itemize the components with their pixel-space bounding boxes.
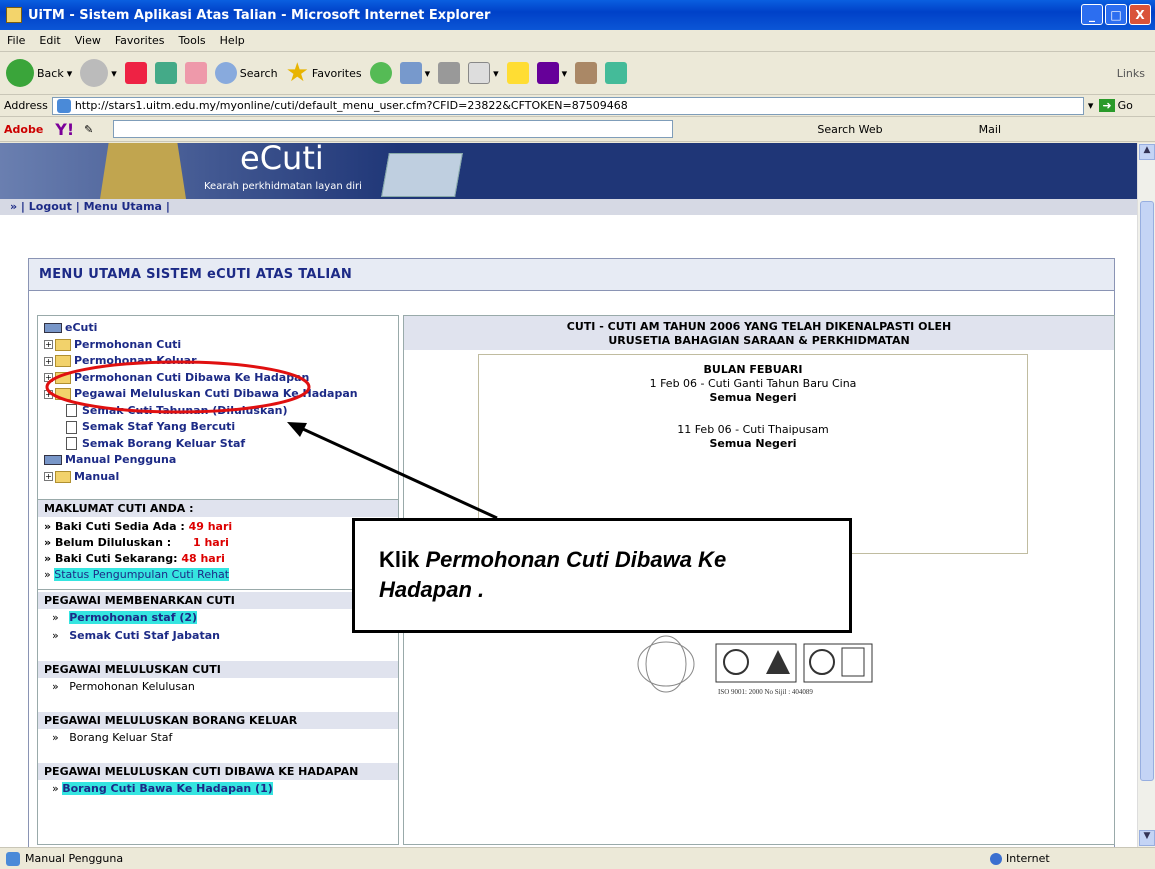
back-button[interactable]: Back ▾ bbox=[6, 59, 72, 87]
print-button[interactable] bbox=[438, 62, 461, 84]
window-titlebar: UiTM - Sistem Aplikasi Atas Talian - Mic… bbox=[0, 0, 1155, 30]
menu-edit[interactable]: Edit bbox=[32, 34, 67, 47]
page-icon bbox=[56, 98, 71, 113]
word-icon bbox=[468, 62, 491, 84]
favorites-button[interactable]: ★ Favorites bbox=[286, 58, 362, 88]
star-icon: ★ bbox=[285, 58, 309, 88]
adobe-button[interactable]: Adobe bbox=[4, 123, 43, 136]
mail-button[interactable]: ▾ bbox=[399, 62, 430, 84]
history-button[interactable] bbox=[369, 62, 392, 84]
note-icon bbox=[506, 62, 529, 84]
go-button[interactable]: Go bbox=[1118, 99, 1133, 112]
mail-button-y[interactable]: Mail bbox=[979, 123, 1001, 136]
address-url: http://stars1.uitm.edu.my/myonline/cuti/… bbox=[74, 99, 628, 112]
annotation-overlay bbox=[45, 360, 498, 520]
links-label[interactable]: Links bbox=[1117, 67, 1145, 80]
print-icon bbox=[438, 62, 461, 84]
refresh-icon bbox=[154, 62, 177, 84]
page-status-icon bbox=[6, 851, 20, 866]
yahoo-icon[interactable]: Y! bbox=[55, 120, 74, 139]
scroll-down-icon[interactable]: ▼ bbox=[1139, 830, 1155, 846]
maximize-button[interactable]: □ bbox=[1105, 4, 1127, 25]
scroll-thumb[interactable] bbox=[1140, 201, 1154, 781]
menu-bar: File Edit View Favorites Tools Help bbox=[0, 30, 1155, 52]
stop-button[interactable] bbox=[124, 62, 147, 84]
search-icon bbox=[214, 62, 237, 84]
globe-icon bbox=[990, 852, 1002, 865]
search-button[interactable]: Search bbox=[214, 62, 278, 84]
menu-tools[interactable]: Tools bbox=[172, 34, 213, 47]
stop-icon bbox=[124, 62, 147, 84]
address-label: Address bbox=[4, 99, 48, 112]
vertical-scrollbar[interactable]: ▲ ▼ bbox=[1137, 143, 1155, 847]
mail-icon bbox=[399, 62, 422, 84]
status-bar: Manual Pengguna Internet bbox=[0, 847, 1155, 869]
yahoo-search-input[interactable] bbox=[113, 120, 674, 138]
status-text: Manual Pengguna bbox=[25, 852, 124, 865]
yahoo-icon bbox=[536, 62, 559, 84]
menu-help[interactable]: Help bbox=[213, 34, 252, 47]
forward-arrow-icon bbox=[80, 59, 109, 87]
page-content: eCuti Kearah perkhidmatan layan diri » |… bbox=[0, 143, 1137, 847]
research-icon bbox=[575, 62, 598, 84]
window-title: UiTM - Sistem Aplikasi Atas Talian - Mic… bbox=[28, 7, 491, 23]
standard-toolbar: Back ▾ ▾ Search ★ Favorites ▾ ▾ ▾ Links bbox=[0, 52, 1155, 95]
refresh-button[interactable] bbox=[154, 62, 177, 84]
home-icon bbox=[184, 62, 207, 84]
address-input[interactable]: http://stars1.uitm.edu.my/myonline/cuti/… bbox=[51, 96, 1084, 115]
menu-file[interactable]: File bbox=[0, 34, 32, 47]
forward-button[interactable]: ▾ bbox=[80, 59, 117, 87]
instruction-callout: Klik Permohonan Cuti Dibawa Ke Hadapan . bbox=[352, 518, 852, 633]
msn-button[interactable] bbox=[605, 62, 628, 84]
messenger-button[interactable]: ▾ bbox=[536, 62, 567, 84]
home-button[interactable] bbox=[184, 62, 207, 84]
zone-indicator: Internet bbox=[990, 852, 1050, 865]
history-icon bbox=[369, 62, 392, 84]
edit-button[interactable]: ▾ bbox=[468, 62, 499, 84]
people-icon bbox=[605, 62, 628, 84]
yahoo-toolbar: Adobe Y! ✎ Search Web Mail bbox=[0, 117, 1155, 142]
callout-arrow bbox=[291, 422, 498, 520]
ie-icon bbox=[6, 7, 22, 23]
back-arrow-icon bbox=[6, 59, 34, 87]
highlight-ellipse bbox=[45, 360, 311, 414]
research-button[interactable] bbox=[575, 62, 598, 84]
menu-favorites[interactable]: Favorites bbox=[108, 34, 172, 47]
minimize-button[interactable]: _ bbox=[1081, 4, 1103, 25]
search-web-button[interactable]: Search Web bbox=[817, 123, 882, 136]
go-arrow-icon[interactable]: ➜ bbox=[1099, 99, 1115, 112]
menu-view[interactable]: View bbox=[68, 34, 108, 47]
notes-button[interactable] bbox=[506, 62, 529, 84]
close-button[interactable]: X bbox=[1129, 4, 1151, 25]
dropdown-icon[interactable]: ▾ bbox=[1088, 99, 1094, 112]
pencil-icon[interactable]: ✎ bbox=[84, 123, 93, 136]
scroll-up-icon[interactable]: ▲ bbox=[1139, 144, 1155, 160]
address-bar: Address http://stars1.uitm.edu.my/myonli… bbox=[0, 95, 1155, 117]
